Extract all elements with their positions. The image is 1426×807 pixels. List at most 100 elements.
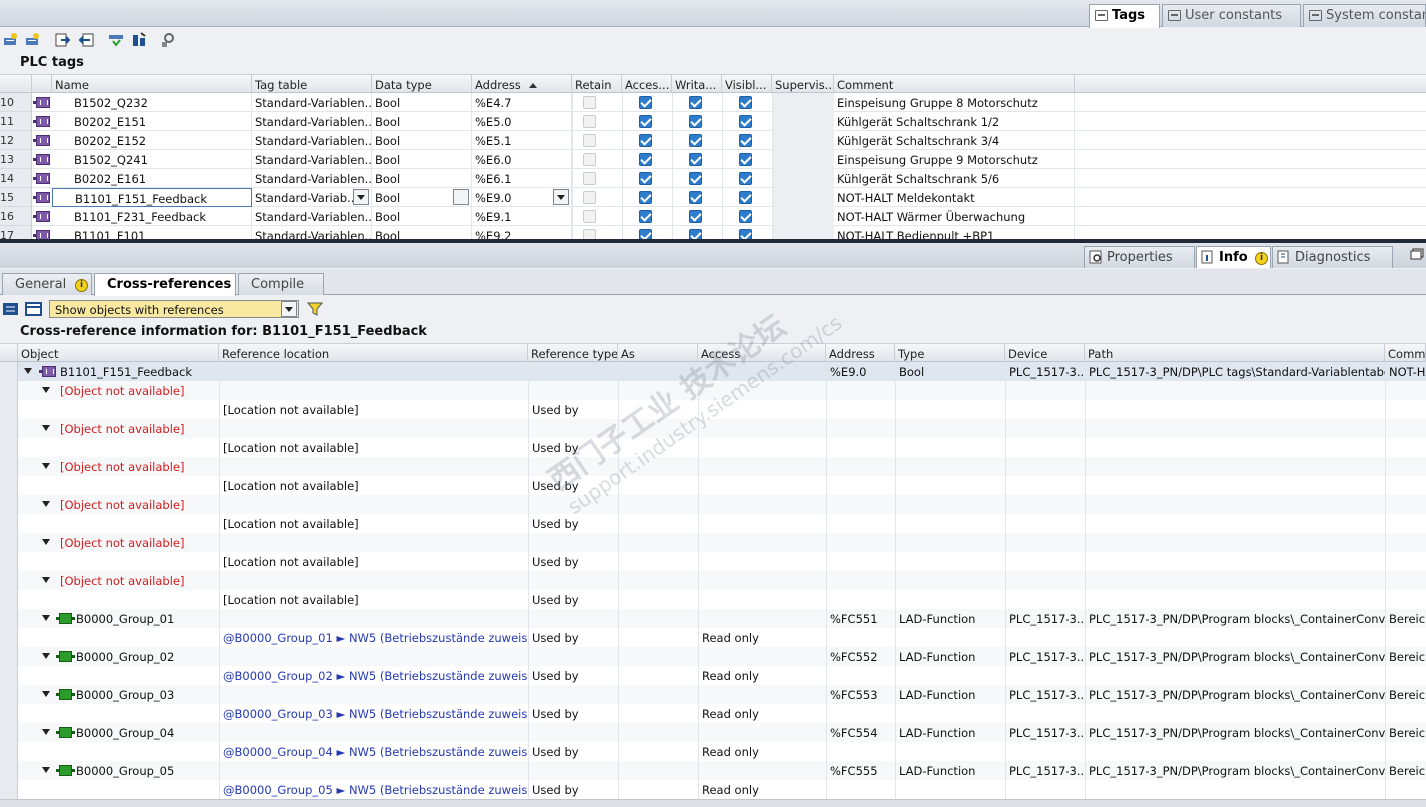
xref-location-row[interactable]: @B0000_Group_02 ► NW5 (Betriebszustände … [0, 666, 1426, 685]
tag-name-cell[interactable]: B1101_F231_Feedback [52, 207, 252, 226]
data-type-cell[interactable]: Bool [372, 150, 472, 169]
retain-checkbox[interactable] [583, 191, 596, 204]
write-checkbox[interactable] [689, 96, 702, 109]
tag-table-cell[interactable]: Standard-Variablen... [252, 112, 372, 131]
address-cell[interactable]: %E4.7 [472, 93, 572, 112]
tag-row[interactable]: 14 B0202_E161 Standard-Variablen... Bool %E6… [0, 169, 1426, 188]
col-visible[interactable]: Visibl... [722, 75, 772, 93]
reference-location-link[interactable]: @B0000_Group_02 ► NW5 (Betriebszustände … [220, 666, 528, 685]
data-type-cell[interactable]: Bool [372, 112, 472, 131]
xref-location-row[interactable]: [Location not available] Used by [0, 476, 1426, 495]
supervision-cell[interactable] [773, 150, 834, 169]
xref-object-row[interactable]: [Object not available] [0, 495, 1426, 514]
col-reference-location[interactable]: Reference location [219, 344, 528, 362]
access-checkbox[interactable] [639, 191, 652, 204]
write-checkbox[interactable] [689, 172, 702, 185]
reference-location-link[interactable]: @B0000_Group_04 ► NW5 (Betriebszustände … [220, 742, 528, 761]
collapse-icon[interactable] [42, 425, 50, 431]
retain-checkbox[interactable] [583, 96, 596, 109]
xref-location-row[interactable]: @B0000_Group_04 ► NW5 (Betriebszustände … [0, 742, 1426, 761]
col-accessible[interactable]: Acces... [622, 75, 672, 93]
col-path[interactable]: Path [1085, 344, 1385, 362]
tag-table-cell[interactable]: Standard-Variablen... [252, 150, 372, 169]
collapse-icon[interactable] [42, 539, 50, 545]
collapse-icon[interactable] [42, 577, 50, 583]
col-address[interactable]: Address [826, 344, 895, 362]
access-checkbox[interactable] [639, 96, 652, 109]
tag-name-cell[interactable]: B1101_F151_Feedback [52, 188, 252, 207]
modify-icon[interactable] [131, 32, 148, 48]
tab-tags[interactable]: Tags [1089, 4, 1160, 28]
address-cell[interactable]: %E9.1 [472, 207, 572, 226]
col-as[interactable]: As [618, 344, 698, 362]
data-type-cell[interactable]: Bool [372, 226, 472, 239]
collapse-icon[interactable] [42, 501, 50, 507]
access-checkbox[interactable] [639, 115, 652, 128]
collapse-icon[interactable] [42, 387, 50, 393]
address-cell[interactable]: %E9.2 [472, 226, 572, 239]
tag-table-dropdown-icon[interactable] [353, 189, 369, 205]
col-writable[interactable]: Writa... [672, 75, 722, 93]
tag-table-cell[interactable]: Standard-Variablen... [252, 131, 372, 150]
tab-user-constants[interactable]: User constants [1162, 4, 1301, 27]
tab-properties[interactable]: Properties [1084, 246, 1195, 268]
comment-cell[interactable]: Kühlgerät Schaltschrank 1/2 [834, 112, 1075, 131]
collapse-icon[interactable] [42, 767, 50, 773]
comment-cell[interactable]: Einspeisung Gruppe 8 Motorschutz [834, 93, 1075, 112]
access-checkbox[interactable] [639, 229, 652, 239]
xref-object-row[interactable]: [Object not available] [0, 533, 1426, 552]
data-type-cell[interactable]: Bool [372, 207, 472, 226]
tab-general[interactable]: General i [2, 273, 92, 295]
tag-row[interactable]: 16 B1101_F231_Feedback Standard-Variablen.… [0, 207, 1426, 226]
tag-name-cell[interactable]: B1502_Q232 [52, 93, 252, 112]
import-icon[interactable] [78, 32, 95, 48]
comment-cell[interactable]: NOT-HALT Bedienpult +BP1 [834, 226, 1075, 239]
xref-object-row[interactable]: [Object not available] [0, 457, 1426, 476]
write-checkbox[interactable] [689, 210, 702, 223]
retain-checkbox[interactable] [583, 134, 596, 147]
tag-name-cell[interactable]: B1502_Q241 [52, 150, 252, 169]
col-comment[interactable]: Comment [1385, 344, 1426, 362]
comment-cell[interactable]: NOT-HALT Meldekontakt [834, 188, 1075, 207]
comment-cell[interactable]: Kühlgerät Schaltschrank 3/4 [834, 131, 1075, 150]
col-supervision[interactable]: Supervis... [772, 75, 834, 93]
data-type-cell[interactable]: Bool [372, 93, 472, 112]
add-row-icon[interactable] [24, 32, 41, 48]
col-comment[interactable]: Comment [834, 75, 1075, 93]
visible-checkbox[interactable] [739, 96, 752, 109]
tag-table-cell[interactable]: Standard-Variablen... [252, 169, 372, 188]
address-cell[interactable]: %E5.1 [472, 131, 572, 150]
visible-checkbox[interactable] [739, 115, 752, 128]
tag-table-cell[interactable]: Standard-Variablen... [252, 226, 372, 239]
settings-icon[interactable] [160, 32, 177, 48]
tag-row[interactable]: 10 B1502_Q232 Standard-Variablen... Bool %E4… [0, 93, 1426, 112]
chevron-down-icon[interactable] [281, 301, 297, 317]
xref-object-row[interactable]: [Object not available] [0, 571, 1426, 590]
visible-checkbox[interactable] [739, 172, 752, 185]
write-checkbox[interactable] [689, 134, 702, 147]
collapse-icon[interactable] [42, 729, 50, 735]
tab-system-constants[interactable]: System constants [1303, 4, 1426, 27]
tab-compile[interactable]: Compile [238, 273, 324, 295]
tag-table-cell[interactable]: Standard-Variablen... [252, 207, 372, 226]
xref-location-row[interactable]: [Location not available] Used by [0, 514, 1426, 533]
xref-object-row[interactable]: [Object not available] [0, 381, 1426, 400]
address-cell[interactable]: %E6.0 [472, 150, 572, 169]
col-address[interactable]: Address [472, 75, 572, 93]
xref-object-row[interactable]: B0000_Group_01 %FC551 LAD-Function PLC_1517… [0, 609, 1426, 628]
retain-checkbox[interactable] [583, 210, 596, 223]
xref-location-row[interactable]: [Location not available] Used by [0, 552, 1426, 571]
tag-row[interactable]: 17 B1101_F101 Standard-Variablen... Bool %E9… [0, 226, 1426, 239]
access-checkbox[interactable] [639, 153, 652, 166]
xref-object-row[interactable]: B0000_Group_04 %FC554 LAD-Function PLC_1517… [0, 723, 1426, 742]
visible-checkbox[interactable] [739, 210, 752, 223]
tag-name-cell[interactable]: B1101_F101 [52, 226, 252, 239]
tab-diagnostics[interactable]: Diagnostics [1272, 246, 1393, 268]
filter-icon[interactable] [307, 301, 323, 317]
visible-checkbox[interactable] [739, 134, 752, 147]
write-checkbox[interactable] [689, 191, 702, 204]
collapse-icon[interactable] [42, 463, 50, 469]
col-type[interactable]: Type [895, 344, 1005, 362]
tab-cross-references[interactable]: Cross-references [94, 273, 236, 296]
reference-location-link[interactable]: @B0000_Group_01 ► NW5 (Betriebszustände … [220, 628, 528, 647]
